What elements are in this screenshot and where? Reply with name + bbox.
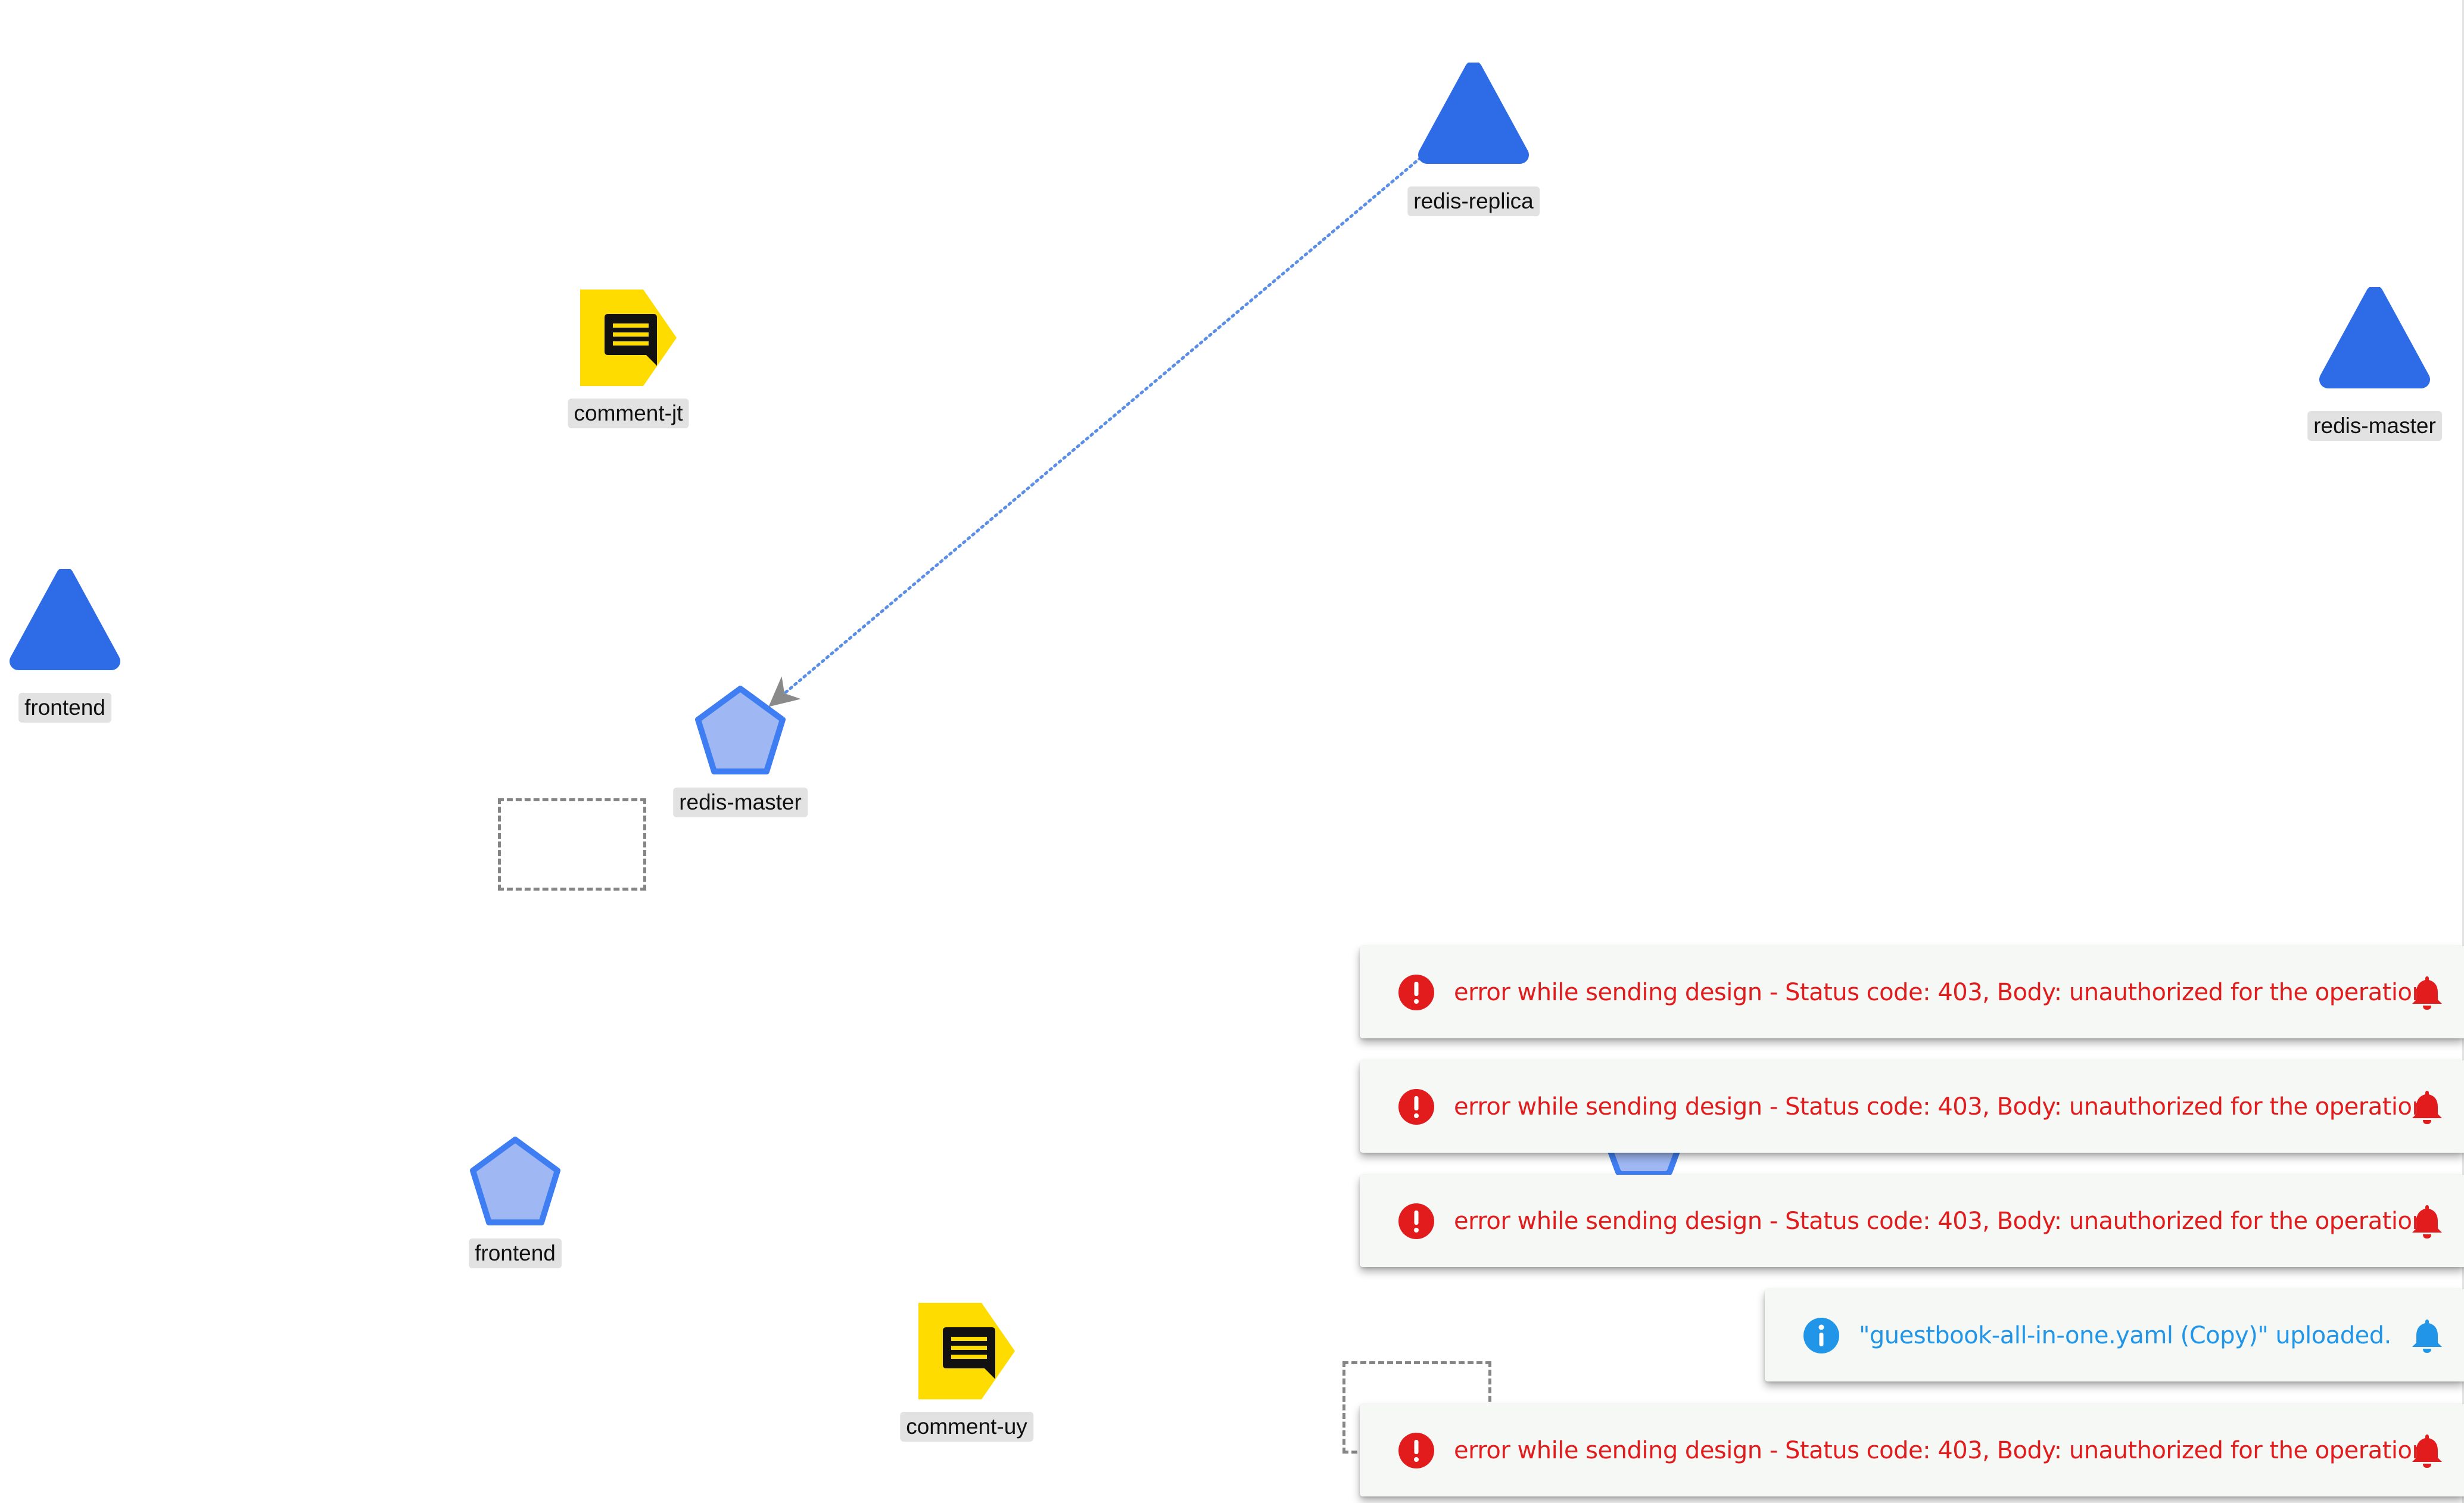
node-label: frontend <box>469 1239 562 1268</box>
edge-layer <box>768 156 1422 707</box>
notification-message: error while sending design - Status code… <box>1454 978 2427 1006</box>
notification-error[interactable]: error while sending design - Status code… <box>1360 1404 2464 1496</box>
notification-message: error while sending design - Status code… <box>1454 1436 2427 1464</box>
notification-error[interactable]: error while sending design - Status code… <box>1360 946 2464 1038</box>
notification-message: error while sending design - Status code… <box>1454 1093 2427 1121</box>
node-label: redis-replica <box>1407 186 1540 216</box>
edge-redis-replica-to-redis-master[interactable] <box>768 156 1422 707</box>
bell-icon[interactable] <box>2410 1318 2444 1353</box>
comment-icon <box>918 1303 1015 1399</box>
node-label: comment-uy <box>900 1412 1033 1442</box>
bell-icon[interactable] <box>2410 1089 2444 1125</box>
node-label: redis-master <box>673 788 808 817</box>
error-circle-icon <box>1398 1432 1434 1468</box>
triangle-icon <box>10 569 120 670</box>
notification-info[interactable]: "guestbook-all-in-one.yaml (Copy)" uploa… <box>1765 1289 2464 1381</box>
error-circle-icon <box>1398 974 1434 1010</box>
group-box[interactable] <box>498 798 646 891</box>
design-canvas[interactable]: redis-replica comment-jt redis-master fr… <box>0 0 2464 1503</box>
bell-icon[interactable] <box>2410 1433 2444 1468</box>
info-circle-icon <box>1803 1317 1839 1353</box>
error-circle-icon <box>1398 1203 1434 1239</box>
bell-icon[interactable] <box>2410 975 2444 1010</box>
pentagon-icon <box>470 1137 560 1225</box>
triangle-icon <box>1418 63 1529 164</box>
error-circle-icon <box>1398 1088 1434 1125</box>
node-label: frontend <box>18 693 111 723</box>
triangle-icon <box>2319 287 2430 388</box>
node-label: redis-master <box>2307 411 2442 441</box>
notification-error[interactable]: error while sending design - Status code… <box>1360 1175 2464 1267</box>
node-label: comment-jt <box>568 399 689 428</box>
notification-message: error while sending design - Status code… <box>1454 1207 2427 1235</box>
bell-icon[interactable] <box>2410 1203 2444 1239</box>
comment-icon <box>580 290 677 386</box>
pentagon-icon <box>695 686 786 774</box>
notification-error[interactable]: error while sending design - Status code… <box>1360 1060 2464 1153</box>
notification-message: "guestbook-all-in-one.yaml (Copy)" uploa… <box>1859 1321 2391 1349</box>
